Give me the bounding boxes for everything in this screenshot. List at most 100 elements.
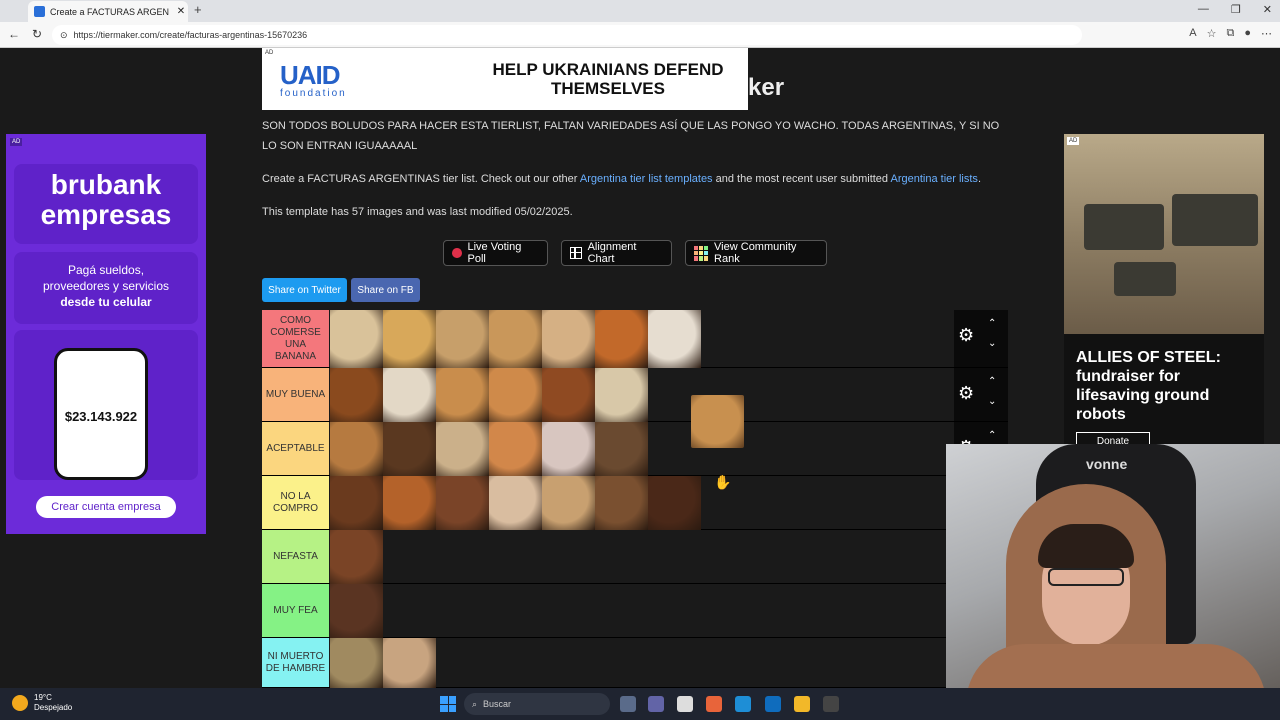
store-icon[interactable] — [677, 696, 693, 712]
tier-item-image[interactable] — [383, 422, 436, 476]
menu-icon[interactable]: ⋯ — [1261, 27, 1272, 40]
tier-item-image[interactable] — [330, 476, 383, 530]
start-button[interactable] — [440, 696, 456, 712]
tier-item-image[interactable] — [648, 310, 701, 368]
tagline-line-2: proveedores y servicios — [42, 279, 170, 293]
tiermaker-favicon-icon — [34, 6, 45, 17]
move-up-icon[interactable]: ⌃ — [988, 376, 996, 387]
new-tab-button[interactable]: + — [194, 2, 202, 17]
close-window-icon[interactable]: ✕ — [1263, 3, 1272, 16]
phone-illustration: $23.143.922 — [14, 330, 198, 480]
tier-item-image[interactable] — [436, 368, 489, 422]
tier-row: ACEPTABLE⚙⌃⌄ — [262, 422, 1008, 476]
tier-items — [330, 638, 436, 688]
tier-item-image[interactable] — [436, 476, 489, 530]
tier-label[interactable]: NI MUERTO DE HAMBRE — [262, 638, 329, 687]
create-account-button[interactable]: Crear cuenta empresa — [36, 496, 176, 518]
move-up-icon[interactable]: ⌃ — [988, 430, 996, 441]
file-explorer-icon[interactable] — [794, 696, 810, 712]
tier-item-image[interactable] — [595, 476, 648, 530]
community-rank-button[interactable]: View Community Rank — [685, 240, 827, 266]
gear-icon[interactable]: ⚙ — [958, 384, 976, 402]
create-prefix: Create a FACTURAS ARGENTINAS tier list. … — [262, 173, 580, 185]
tier-item-image[interactable] — [489, 368, 542, 422]
edge-icon[interactable] — [735, 696, 751, 712]
maximize-icon[interactable]: ❐ — [1231, 3, 1241, 16]
tier-item-image[interactable] — [542, 368, 595, 422]
create-middle: and the most recent user submitted — [712, 173, 891, 185]
record-dot-icon — [452, 248, 462, 258]
reload-icon[interactable]: ↻ — [32, 27, 42, 41]
tier-item-image[interactable] — [330, 368, 383, 422]
translate-icon[interactable]: A — [1189, 27, 1196, 40]
move-down-icon[interactable]: ⌄ — [988, 396, 996, 407]
ad-label: AD — [10, 138, 23, 146]
tagline-line-1: Pagá sueldos, — [67, 263, 145, 277]
tier-item-image[interactable] — [330, 584, 383, 638]
mail-icon[interactable] — [765, 696, 781, 712]
tier-item-image[interactable] — [330, 638, 383, 688]
tier-item-image[interactable] — [595, 368, 648, 422]
task-view-icon[interactable] — [620, 696, 636, 712]
tier-item-image[interactable] — [330, 530, 383, 584]
tier-item-image[interactable] — [542, 476, 595, 530]
tier-item-image[interactable] — [489, 422, 542, 476]
tier-item-image[interactable] — [383, 638, 436, 688]
profile-icon[interactable]: ● — [1244, 27, 1251, 40]
site-info-icon[interactable]: ⊙ — [60, 30, 68, 41]
move-up-icon[interactable]: ⌃ — [988, 318, 996, 329]
tier-item-image[interactable] — [383, 368, 436, 422]
tier-label[interactable]: MUY FEA — [262, 584, 329, 637]
tier-item-image[interactable] — [595, 310, 648, 368]
tier-item-image[interactable] — [648, 476, 701, 530]
argentina-tierlists-link[interactable]: Argentina tier lists — [891, 173, 978, 185]
search-icon: ⌕ — [472, 698, 478, 709]
phone-balance: $23.143.922 — [64, 409, 138, 424]
extensions-icon[interactable]: ⧉ — [1226, 27, 1234, 40]
tier-item-image[interactable] — [330, 422, 383, 476]
taskbar-search[interactable]: ⌕ Buscar — [464, 693, 610, 715]
dragged-pastry-item[interactable] — [691, 395, 744, 448]
robots-photo — [1064, 134, 1264, 334]
tier-item-image[interactable] — [383, 476, 436, 530]
tier-items — [330, 422, 648, 476]
tier-label[interactable]: MUY BUENA — [262, 368, 329, 421]
tier-item-image[interactable] — [489, 476, 542, 530]
share-facebook-button[interactable]: Share on FB — [351, 278, 420, 302]
close-tab-icon[interactable]: ✕ — [174, 6, 188, 17]
right-side-ad[interactable]: AD ALLIES OF STEEL: fundraiser for lifes… — [1064, 134, 1264, 450]
back-icon[interactable]: ← — [8, 27, 20, 41]
top-banner-ad[interactable]: AD UAID foundation HELP UKRAINIANS DEFEN… — [262, 48, 748, 110]
tier-item-image[interactable] — [436, 422, 489, 476]
browser-tab[interactable]: Create a FACTURAS ARGENTINAS ✕ — [28, 1, 188, 22]
tier-label[interactable]: NEFASTA — [262, 530, 329, 583]
minimize-icon[interactable]: — — [1198, 3, 1209, 16]
app-icon[interactable] — [823, 696, 839, 712]
weather-widget[interactable]: 19°C Despejado — [12, 693, 72, 713]
tier-label[interactable]: NO LA COMPRO — [262, 476, 329, 529]
tier-label[interactable]: ACEPTABLE — [262, 422, 329, 475]
tier-label[interactable]: COMO COMERSE UNA BANANA — [262, 310, 329, 367]
move-down-icon[interactable]: ⌄ — [988, 338, 996, 349]
tier-item-image[interactable] — [542, 422, 595, 476]
community-rank-label: View Community Rank — [714, 241, 797, 265]
tier-item-image[interactable] — [330, 310, 383, 368]
ad-tagline: Pagá sueldos, proveedores y servicios de… — [14, 252, 198, 324]
live-voting-poll-button[interactable]: Live Voting Poll — [443, 240, 548, 266]
argentina-templates-link[interactable]: Argentina tier list templates — [580, 173, 713, 185]
share-twitter-button[interactable]: Share on Twitter — [262, 278, 347, 302]
teams-icon[interactable] — [648, 696, 664, 712]
tier-item-image[interactable] — [436, 310, 489, 368]
tier-item-image[interactable] — [595, 422, 648, 476]
tier-item-image[interactable] — [542, 310, 595, 368]
alignment-chart-button[interactable]: Alignment Chart — [561, 240, 672, 266]
tab-title: Create a FACTURAS ARGENTINAS — [50, 6, 169, 17]
favorite-icon[interactable]: ☆ — [1207, 27, 1217, 40]
left-side-ad[interactable]: AD brubank empresas Pagá sueldos, provee… — [6, 134, 206, 534]
gear-icon[interactable]: ⚙ — [958, 326, 976, 344]
template-info: This template has 57 images and was last… — [262, 206, 573, 218]
url-input[interactable]: ⊙ https://tiermaker.com/create/facturas-… — [52, 25, 1082, 45]
tier-item-image[interactable] — [489, 310, 542, 368]
tier-item-image[interactable] — [383, 310, 436, 368]
office-icon[interactable] — [706, 696, 722, 712]
